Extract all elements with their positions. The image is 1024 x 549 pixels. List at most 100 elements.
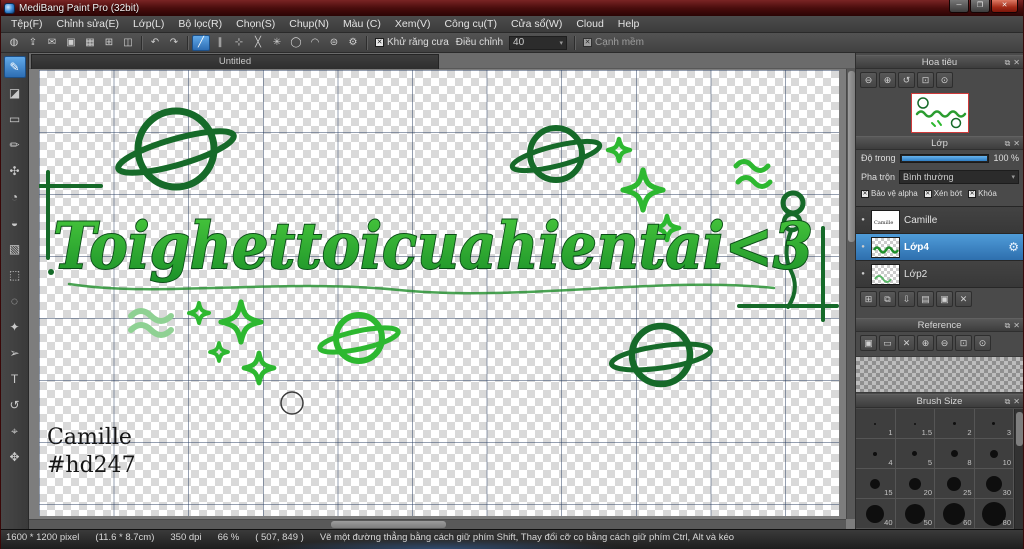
layer-row-camille[interactable]: ● Camille#hd247 Camille [856, 207, 1023, 234]
brush-size-cell[interactable]: 1.5 [895, 409, 935, 439]
menu-item-cloud[interactable]: Cloud [569, 16, 610, 32]
delete-layer-button[interactable]: ✕ [955, 291, 972, 307]
rect-tool-icon[interactable]: ▭ [4, 108, 26, 130]
split-view-icon[interactable]: ◫ [119, 35, 137, 51]
duplicate-layer-button[interactable]: ⧉ [879, 291, 896, 307]
ref-open-button[interactable]: ▣ [860, 335, 877, 351]
menu-item-help[interactable]: Help [611, 16, 647, 32]
clipping-checkbox[interactable]: ✕ Xén bớt [923, 189, 962, 198]
brush-size-cell[interactable]: 15 [856, 469, 896, 499]
new-canvas-icon[interactable]: ◍ [5, 35, 23, 51]
layer-visibility-icon[interactable]: ● [859, 244, 867, 250]
lasso-tool-icon[interactable]: ◌ [4, 290, 26, 312]
brush-size-cell[interactable]: 10 [974, 439, 1014, 469]
nav-rotate-reset-button[interactable]: ↺ [898, 72, 915, 88]
brush-size-cell[interactable]: 25 [935, 469, 975, 499]
alpha-protect-checkbox[interactable]: ✕ Bảo vệ alpha [861, 189, 918, 198]
pen-tool-icon[interactable]: ✎ [3, 56, 26, 78]
menu-item-select[interactable]: Chọn(S) [229, 16, 282, 32]
snap-vanishing-icon[interactable]: ╳ [249, 35, 267, 51]
snap-parallel-icon[interactable]: ∥ [211, 35, 229, 51]
ref-clear-button[interactable]: ✕ [898, 335, 915, 351]
grid-panel-icon[interactable]: ⊞ [100, 35, 118, 51]
snap-ellipse-icon[interactable]: ⊜ [325, 35, 343, 51]
menu-item-layer[interactable]: Lớp(L) [126, 16, 171, 32]
hand-tool-icon[interactable]: ✥ [4, 446, 26, 468]
gear-icon[interactable]: ⚙ [1008, 240, 1019, 254]
layer-folder-button[interactable]: ▤ [917, 291, 934, 307]
blend-select[interactable]: Bình thường ▾ [899, 170, 1019, 184]
brush-size-cell[interactable]: 80 [974, 499, 1014, 529]
eyedropper-tool-icon[interactable]: ⌖ [4, 420, 26, 442]
brush-size-cell[interactable]: 30 [974, 469, 1014, 499]
snap-circle-icon[interactable]: ◯ [287, 35, 305, 51]
pencil-tool-icon[interactable]: ✏ [4, 134, 26, 156]
drawing-canvas[interactable]: Toighettoicuahientai<3 Camille #hd247 [39, 70, 839, 516]
layer-visibility-icon[interactable]: ● [859, 271, 867, 277]
nav-fit-button[interactable]: ⊡ [917, 72, 934, 88]
menu-item-file[interactable]: Tệp(F) [4, 16, 50, 32]
eraser-tool-icon[interactable]: ◪ [4, 82, 26, 104]
panel-close-icon[interactable]: ✕ [1013, 56, 1020, 69]
snap-curve-icon[interactable]: ◠ [306, 35, 324, 51]
redo-icon[interactable]: ↷ [165, 35, 183, 51]
material-panel-icon[interactable]: ▦ [81, 35, 99, 51]
snap-settings-icon[interactable]: ⚙ [344, 35, 362, 51]
operation-tool-icon[interactable]: ➢ [4, 342, 26, 364]
vertical-scroll-thumb[interactable] [848, 71, 855, 242]
gradient-tool-icon[interactable]: ▧ [4, 238, 26, 260]
brush-size-cell[interactable]: 60 [935, 499, 975, 529]
snap-off-icon[interactable]: ╱ [192, 34, 210, 51]
brush-size-cell[interactable]: 3 [974, 409, 1014, 439]
ref-folder-button[interactable]: ▭ [879, 335, 896, 351]
brush-size-cell[interactable]: 1 [856, 409, 896, 439]
menu-item-filter[interactable]: Bộ lọc(R) [171, 16, 229, 32]
maximize-button[interactable]: ❐ [970, 0, 990, 13]
panel-close-icon[interactable]: ✕ [1013, 319, 1020, 332]
panel-popout-icon[interactable]: ⧉ [1005, 56, 1011, 69]
menu-item-window[interactable]: Cửa sổ(W) [504, 16, 569, 32]
close-button[interactable]: ✕ [991, 0, 1018, 13]
ref-fit-button[interactable]: ⊡ [955, 335, 972, 351]
horizontal-scrollbar[interactable] [29, 519, 846, 529]
brush-size-cell[interactable]: 5 [895, 439, 935, 469]
brush-size-cell[interactable]: 2 [935, 409, 975, 439]
panel-close-icon[interactable]: ✕ [1013, 395, 1020, 408]
nav-zoom-out-button[interactable]: ⊖ [860, 72, 877, 88]
comment-icon[interactable]: ✉ [43, 35, 61, 51]
text-tool-icon[interactable]: T [4, 368, 26, 390]
brush-size-scrollbar[interactable] [1014, 409, 1023, 529]
lock-checkbox[interactable]: ✕ Khóa [968, 189, 997, 198]
menu-item-view[interactable]: Xem(V) [388, 16, 438, 32]
layer-row-lop4[interactable]: ● Lớp4 ⚙ [856, 234, 1023, 261]
menu-item-color[interactable]: Màu (C) [336, 16, 388, 32]
ref-actual-button[interactable]: ⊙ [974, 335, 991, 351]
move-layer-button[interactable]: ▣ [936, 291, 953, 307]
soft-edge-checkbox[interactable]: ✕ Cạnh mềm [583, 37, 644, 48]
opacity-slider[interactable] [899, 153, 990, 163]
select-tool-icon[interactable]: ⬚ [4, 264, 26, 286]
nav-zoom-in-button[interactable]: ⊕ [879, 72, 896, 88]
adjust-dropdown[interactable]: 40 ▾ [509, 35, 568, 50]
rotate-tool-icon[interactable]: ↺ [4, 394, 26, 416]
move-tool-icon[interactable]: ✣ [4, 160, 26, 182]
menu-item-edit[interactable]: Chỉnh sửa(E) [50, 16, 126, 32]
undo-icon[interactable]: ↶ [146, 35, 164, 51]
menu-item-tools[interactable]: Công cụ(T) [437, 16, 504, 32]
antialias-checkbox[interactable]: ✕ Khử răng cưa [375, 37, 449, 48]
ref-zoom-out-button[interactable]: ⊖ [936, 335, 953, 351]
vertical-scrollbar[interactable] [846, 69, 855, 519]
brush-size-cell[interactable]: 40 [856, 499, 896, 529]
document-tab[interactable]: Untitled [31, 54, 439, 69]
ref-zoom-in-button[interactable]: ⊕ [917, 335, 934, 351]
upload-icon[interactable]: ⇪ [24, 35, 42, 51]
bucket-tool-icon[interactable]: ◒ [4, 212, 26, 234]
snap-crosshatch-icon[interactable]: ⊹ [230, 35, 248, 51]
brush-size-cell[interactable]: 4 [856, 439, 896, 469]
brush-size-scroll-thumb[interactable] [1016, 412, 1023, 446]
nav-actual-size-button[interactable]: ⊙ [936, 72, 953, 88]
panel-popout-icon[interactable]: ⧉ [1005, 137, 1011, 150]
navigator-thumbnail[interactable] [910, 93, 969, 133]
brush-size-cell[interactable]: 20 [895, 469, 935, 499]
minimize-button[interactable]: ─ [949, 0, 969, 13]
